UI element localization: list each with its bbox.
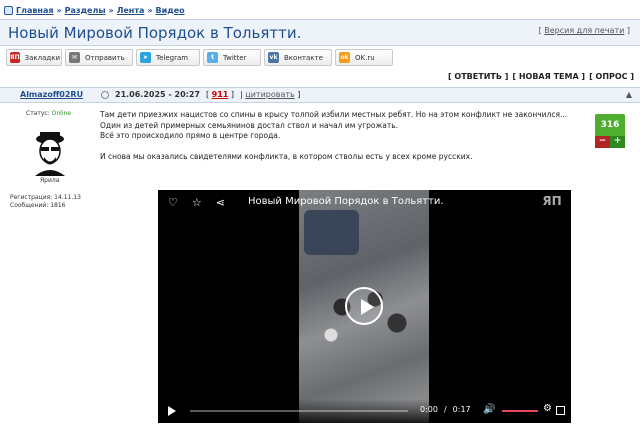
- share-button-twitter[interactable]: t Twitter: [203, 49, 261, 66]
- site-logo-icon: ЯП: [542, 194, 562, 208]
- print-version-link[interactable]: Версия для печати: [544, 26, 624, 35]
- status-label: Статус:: [26, 110, 50, 117]
- vk-icon: vk: [268, 52, 279, 63]
- volume-slider[interactable]: [502, 410, 538, 412]
- current-time: 0:00: [420, 405, 438, 414]
- volume-icon[interactable]: 🔊: [483, 404, 495, 415]
- post-header: Almazoff02RU 21.06.2025 - 20:27 [ 911 ] …: [0, 87, 640, 103]
- like-icon[interactable]: ♡: [168, 196, 178, 209]
- ok-icon: ok: [339, 52, 350, 63]
- video-top-actions: ♡ ☆ ⋖: [168, 196, 225, 209]
- video-time: 0:00 / 0:17: [420, 405, 471, 414]
- share-button-label: Отправить: [85, 53, 125, 62]
- breadcrumb-separator: »: [56, 5, 62, 15]
- video-title: Новый Мировой Порядок в Тольятти.: [248, 196, 444, 207]
- duration: 0:17: [452, 405, 471, 414]
- print-bracket-open: [: [538, 26, 542, 35]
- post-quote-wrap: | цитировать ]: [240, 90, 301, 99]
- rating-plus-button[interactable]: +: [610, 136, 625, 148]
- fullscreen-icon[interactable]: [556, 406, 565, 415]
- share-bar: ЯП Закладки ✉ Отправить ➤ Telegram t Twitter vk В…: [6, 49, 393, 66]
- new-topic-button[interactable]: [ НОВАЯ ТЕМА ]: [512, 72, 585, 81]
- share-button-label: Закладки: [24, 53, 61, 62]
- gear-icon[interactable]: ⚙: [543, 403, 552, 414]
- quote-link[interactable]: цитировать: [245, 90, 294, 99]
- share-button-yap[interactable]: ЯП Закладки: [6, 49, 62, 66]
- post-text-line: Всё это происходило прямо в центре город…: [100, 131, 281, 140]
- twitter-icon: t: [207, 52, 218, 63]
- share-button-vk[interactable]: vk Вконтакте: [264, 49, 332, 66]
- breadcrumb-separator: »: [108, 5, 114, 15]
- status-online: Online: [51, 110, 72, 117]
- post-body: Там дети приезжих нацистов со спины в кр…: [100, 110, 590, 172]
- share-button-ok[interactable]: ok OK.ru: [335, 49, 393, 66]
- post-text-paragraph: И снова мы оказались свидетелями конфлик…: [100, 151, 473, 161]
- rating-minus-button[interactable]: −: [595, 136, 610, 148]
- registration-date: Регистрация: 14.11.13: [10, 194, 81, 201]
- post-meta: 21.06.2025 - 20:27 [ 911 ] | цитировать …: [101, 90, 300, 99]
- post-date: 21.06.2025 - 20:27: [115, 90, 200, 99]
- poll-button[interactable]: [ ОПРОС ]: [589, 72, 634, 81]
- share-button-label: Twitter: [223, 53, 247, 62]
- rating-score: 316: [595, 114, 625, 136]
- share-button-mail[interactable]: ✉ Отправить: [65, 49, 133, 66]
- video-controls: 0:00 / 0:17 🔊 ⚙: [158, 399, 571, 423]
- breadcrumb-feed[interactable]: Лента: [117, 6, 145, 15]
- play-icon[interactable]: [168, 406, 176, 416]
- post-number-wrap: [ 911 ]: [205, 90, 235, 99]
- breadcrumb-separator: »: [147, 5, 153, 15]
- telegram-icon: ➤: [140, 52, 151, 63]
- video-player[interactable]: ♡ ☆ ⋖ Новый Мировой Порядок в Тольятти. …: [158, 190, 571, 423]
- share-button-label: Вконтакте: [284, 53, 323, 62]
- print-bracket-close: ]: [626, 26, 630, 35]
- topic-header: Новый Мировой Порядок в Тольятти. [ Верс…: [0, 19, 640, 46]
- favorite-icon[interactable]: ☆: [192, 196, 202, 209]
- topic-actions: [ ОТВЕТИТЬ ] [ НОВАЯ ТЕМА ] [ ОПРОС ]: [448, 72, 634, 81]
- user-status: Статус: Online: [26, 110, 71, 117]
- print-version: [ Версия для печати ]: [539, 26, 630, 35]
- user-nick: Ярила: [40, 177, 60, 184]
- message-count: Сообщений: 1816: [10, 202, 66, 209]
- share-button-label: OK.ru: [355, 53, 375, 62]
- post-rating: 316 − +: [595, 114, 625, 148]
- breadcrumb: Главная » Разделы » Лента » Видео: [4, 2, 185, 18]
- share-button-telegram[interactable]: ➤ Telegram: [136, 49, 200, 66]
- avatar-heisenberg-icon: [35, 132, 65, 176]
- post-number[interactable]: 911: [212, 90, 229, 99]
- play-big-button[interactable]: [345, 287, 383, 325]
- user-stats: Регистрация: 14.11.13 Сообщений: 1816: [10, 194, 81, 210]
- avatar[interactable]: [25, 126, 75, 176]
- mail-icon: ✉: [69, 52, 80, 63]
- reply-button[interactable]: [ ОТВЕТИТЬ ]: [448, 72, 508, 81]
- yap-icon: ЯП: [10, 52, 20, 63]
- time-separator: /: [443, 405, 447, 414]
- share-icon[interactable]: ⋖: [216, 196, 225, 209]
- share-button-label: Telegram: [156, 53, 189, 62]
- breadcrumb-home[interactable]: Главная: [16, 6, 53, 15]
- breadcrumb-video[interactable]: Видео: [156, 6, 185, 15]
- post-author-sidebar: Статус: Online Ярила Регистрация: 14.11.…: [0, 104, 100, 431]
- video-scene-car: [304, 210, 359, 255]
- page-title: Новый Мировой Порядок в Тольятти.: [8, 24, 302, 42]
- breadcrumb-sections[interactable]: Разделы: [65, 6, 106, 15]
- post-text-paragraph: Там дети приезжих нацистов со спины в кр…: [100, 110, 590, 142]
- video-progress-bar[interactable]: [190, 410, 408, 412]
- scroll-top-icon[interactable]: ▲: [626, 90, 632, 99]
- post-link-icon[interactable]: [101, 90, 109, 99]
- post-author[interactable]: Almazoff02RU: [20, 90, 83, 99]
- rating-buttons: − +: [595, 136, 625, 148]
- home-icon: [4, 5, 13, 15]
- post-text-line: Там дети приезжих нацистов со спины в кр…: [100, 110, 568, 130]
